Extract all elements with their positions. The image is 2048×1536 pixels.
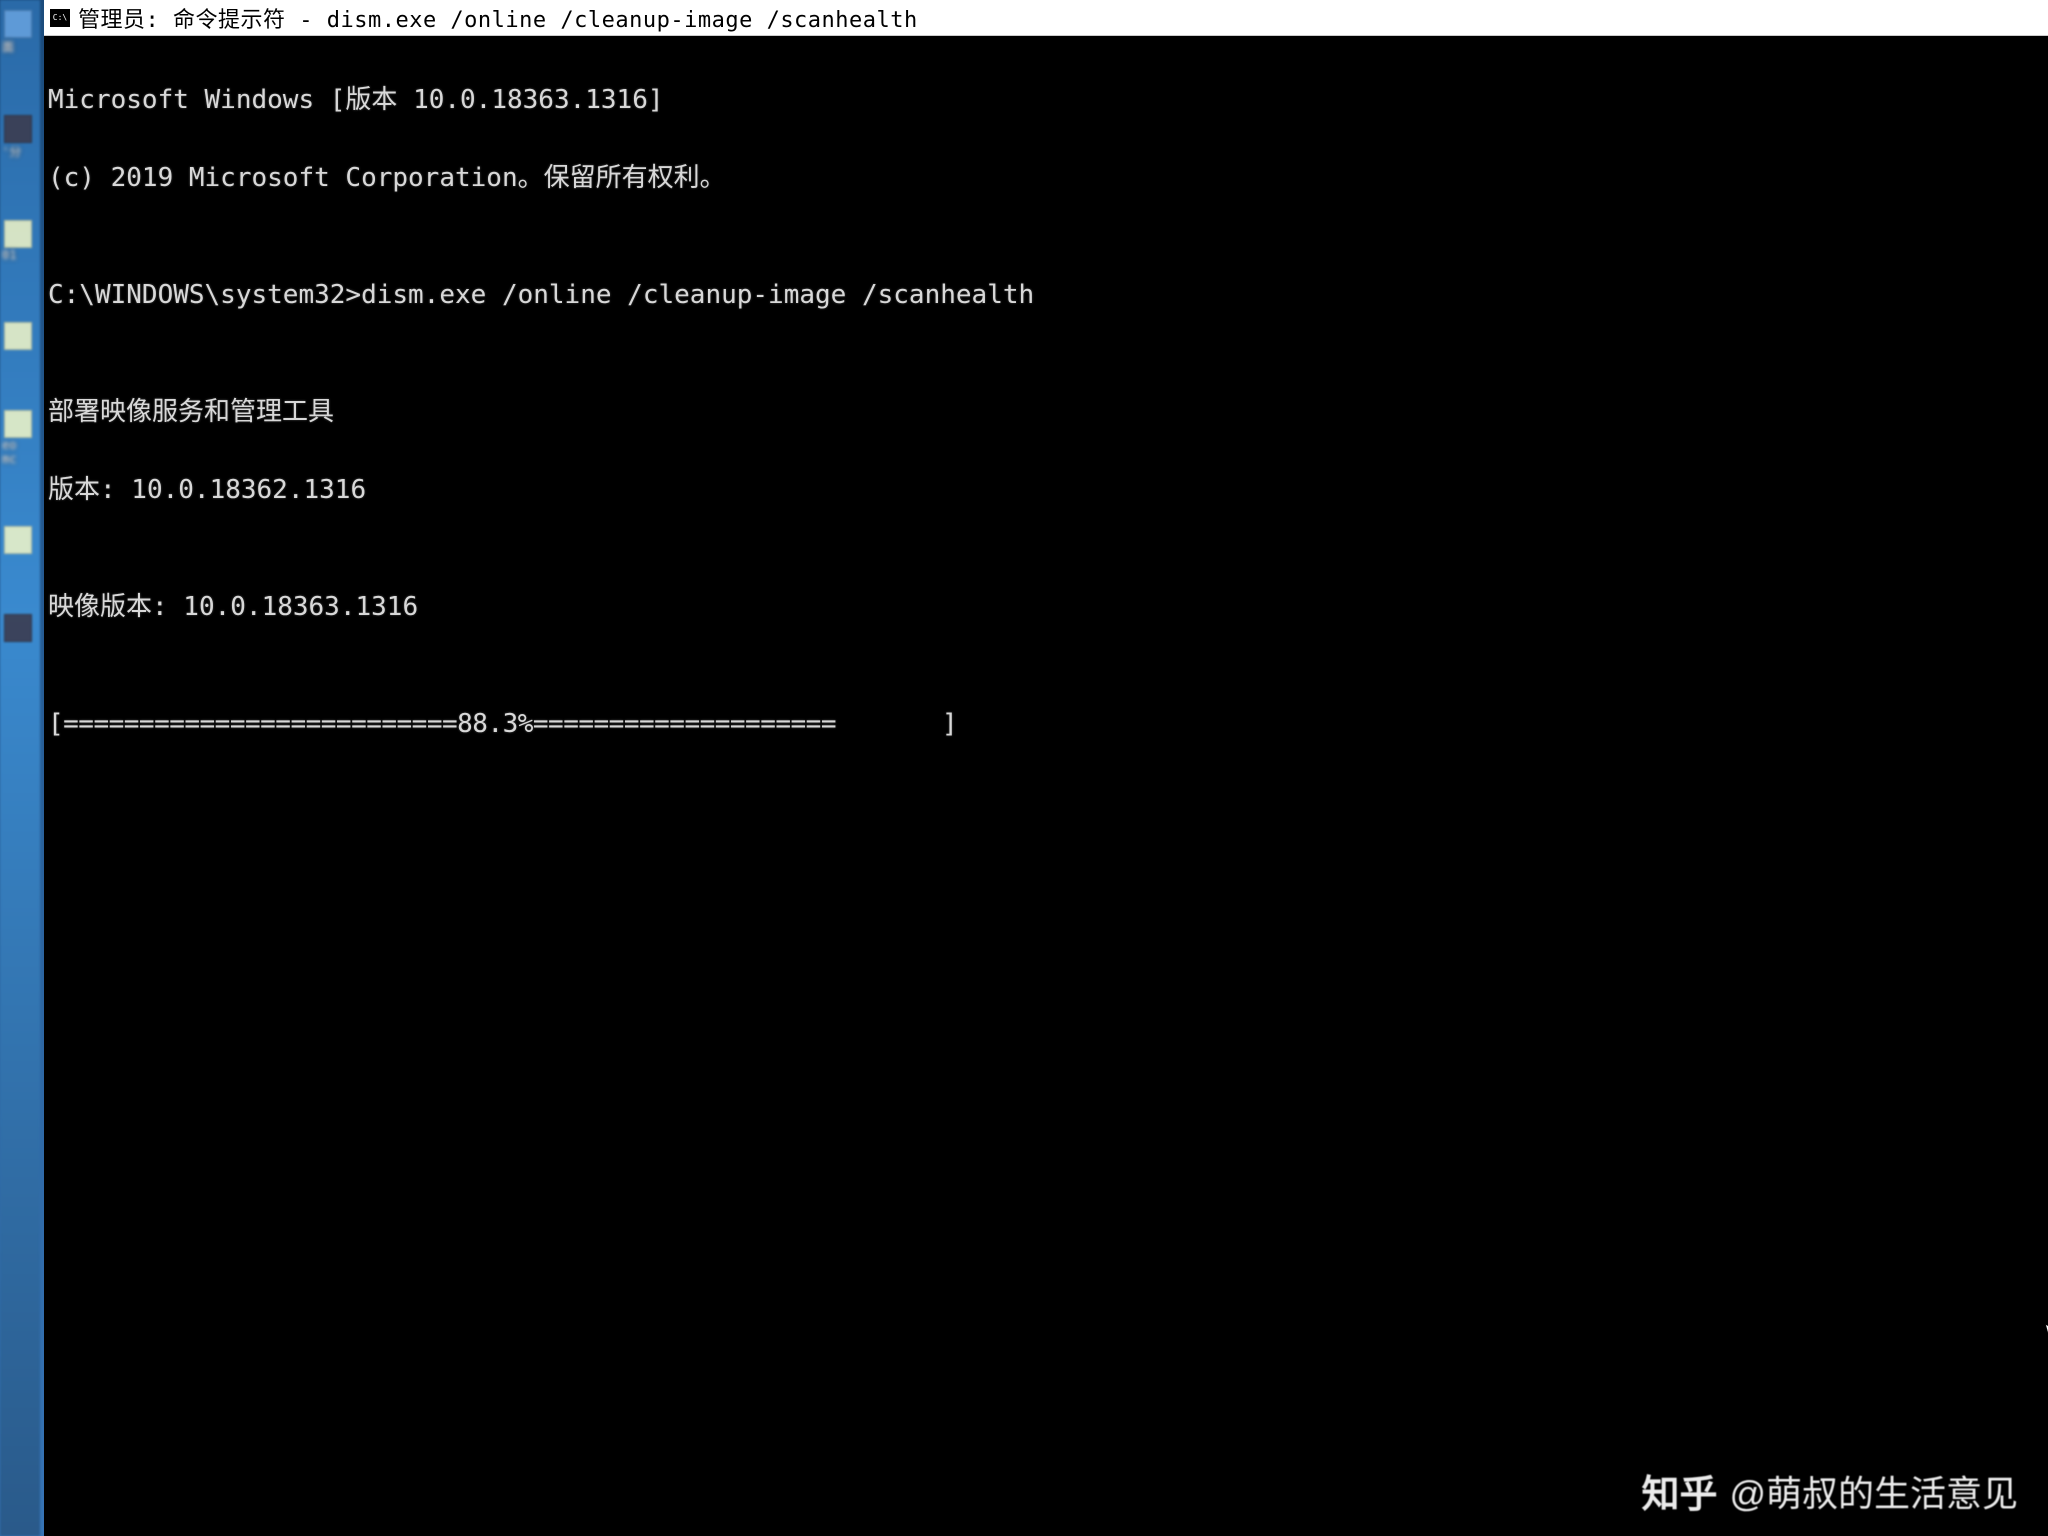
desktop-file-icon[interactable] [4,526,32,554]
desktop-label: 01 [2,248,40,262]
desktop-file-icon[interactable] [4,322,32,350]
image-version-line: 映像版本: 10.0.18363.1316 [48,588,2044,627]
copyright-line: (c) 2019 Microsoft Corporation。保留所有权利。 [48,159,2044,198]
command-prompt-window: C:\ 管理员: 命令提示符 - dism.exe /online /clean… [44,0,2048,1536]
dism-title-line: 部署映像服务和管理工具 [48,393,2044,432]
desktop-file-icon[interactable] [4,614,32,642]
desktop-label: 面 [2,38,40,55]
desktop-label: '分 [2,143,40,160]
desktop-label: eo [2,438,40,452]
cmd-icon: C:\ [50,9,70,27]
zhihu-logo-icon: 知乎 [1641,1463,1717,1518]
watermark: 知乎 @萌叔的生活意见 [1641,1463,2018,1518]
prompt-line: C:\WINDOWS\system32>dism.exe /online /cl… [48,276,2044,315]
progress-bar-line: [==========================88.3%========… [48,705,2044,744]
dism-version-line: 版本: 10.0.18362.1316 [48,471,2044,510]
desktop-file-icon[interactable] [4,220,32,248]
titlebar[interactable]: C:\ 管理员: 命令提示符 - dism.exe /online /clean… [44,0,2048,36]
mouse-cursor-icon [1945,1306,1972,1338]
terminal-output[interactable]: Microsoft Windows [版本 10.0.18363.1316] (… [44,36,2048,1536]
window-title: 管理员: 命令提示符 - dism.exe /online /cleanup-i… [78,2,918,34]
desktop-label: mc [2,452,40,466]
version-line: Microsoft Windows [版本 10.0.18363.1316] [48,81,2044,120]
desktop-file-icon[interactable] [4,410,32,438]
desktop-folder-icon[interactable] [4,10,32,38]
watermark-author: @萌叔的生活意见 [1729,1465,2018,1517]
desktop-app-icon[interactable] [4,115,32,143]
desktop-sidebar: 面 '分 01 eo mc [0,0,40,1536]
